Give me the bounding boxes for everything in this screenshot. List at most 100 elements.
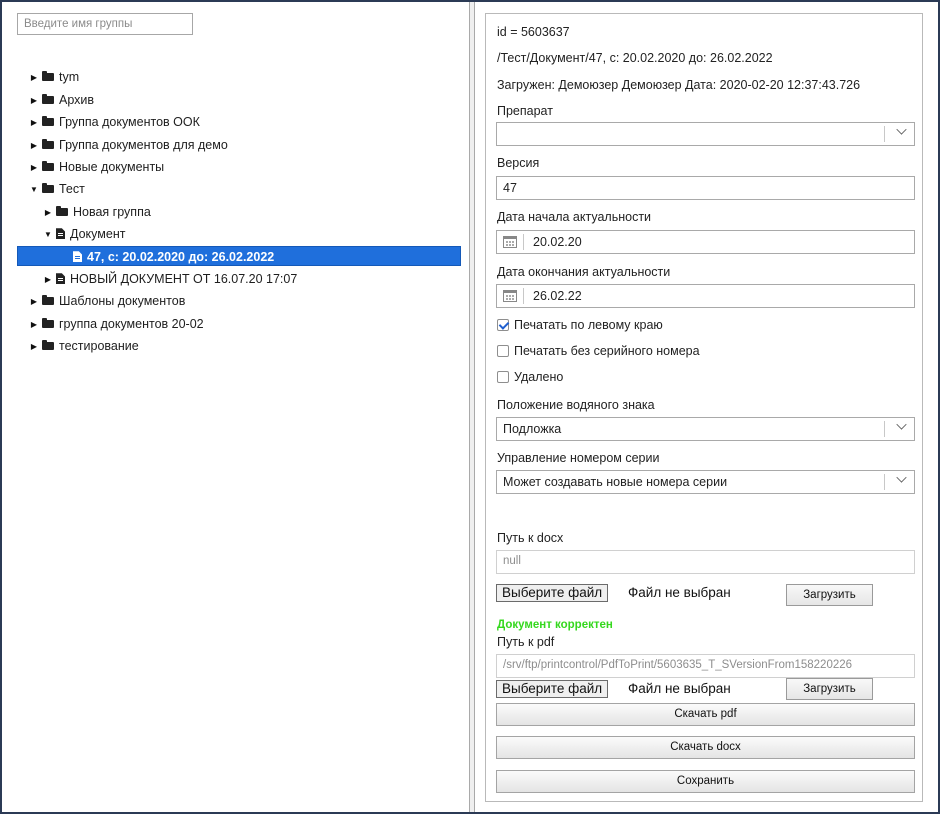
- tree-node-label: Новые документы: [59, 160, 165, 174]
- folder-icon: [42, 294, 54, 305]
- tree-node-label: Шаблоны документов: [59, 294, 186, 308]
- tree-node-new-documents[interactable]: ▶ Новые документы: [28, 157, 164, 177]
- caret-right-icon[interactable]: ▶: [28, 68, 40, 88]
- tree-node-testing[interactable]: ▶ тестирование: [28, 336, 139, 356]
- pdf-path-field: /srv/ftp/printcontrol/PdfToPrint/5603635…: [496, 654, 915, 678]
- tree-node-new-group[interactable]: ▶ Новая группа: [42, 202, 151, 222]
- tree-node-label: группа документов 20-02: [59, 317, 204, 331]
- docx-choose-file-button[interactable]: Выберите файл: [496, 584, 609, 602]
- checkbox-label: Печатать без серийного номера: [514, 344, 700, 358]
- end-date-label: Дата окончания актуальности: [497, 265, 671, 279]
- version-value: 47: [503, 181, 517, 195]
- tree-node-document[interactable]: ▼ Документ: [42, 224, 125, 244]
- document-icon: [56, 273, 65, 285]
- tree-node-templates[interactable]: ▶ Шаблоны документов: [28, 291, 185, 311]
- pdf-choose-file-button[interactable]: Выберите файл: [496, 680, 609, 698]
- chevron-down-icon[interactable]: [896, 472, 907, 483]
- version-input[interactable]: 47: [496, 176, 915, 200]
- chevron-down-icon[interactable]: [896, 124, 907, 135]
- pdf-file-status: Файл не выбран: [628, 681, 731, 696]
- tree-node-test[interactable]: ▼ Тест: [28, 179, 85, 199]
- print-no-serial-checkbox[interactable]: Печатать без серийного номера: [497, 343, 700, 359]
- tree-node-group-20-02[interactable]: ▶ группа документов 20-02: [28, 314, 204, 334]
- document-details-panel: id = 5603637 /Тест/Документ/47, с: 20.02…: [485, 13, 923, 802]
- calendar-icon[interactable]: [503, 290, 517, 302]
- version-label: Версия: [497, 156, 540, 170]
- pdf-path-value: /srv/ftp/printcontrol/PdfToPrint/5603635…: [503, 659, 853, 671]
- checkbox-icon[interactable]: [497, 344, 509, 357]
- caret-right-icon[interactable]: ▶: [42, 270, 54, 290]
- tree-node-label: Архив: [59, 93, 95, 107]
- tree-node-label: tym: [59, 70, 80, 84]
- caret-right-icon[interactable]: ▶: [42, 203, 54, 223]
- end-date-value: 26.02.22: [533, 289, 582, 303]
- folder-icon: [42, 317, 54, 328]
- docx-upload-button[interactable]: Загрузить: [786, 584, 873, 606]
- folder-icon: [42, 93, 54, 104]
- caret-right-icon[interactable]: ▶: [28, 91, 40, 111]
- watermark-select[interactable]: Подложка: [496, 417, 915, 441]
- document-icon: [56, 228, 65, 240]
- folder-icon: [42, 160, 54, 171]
- app-window: ▶ tym ▶ Архив ▶ Группа документов ООК ▶ Груп…: [0, 0, 940, 814]
- folder-icon: [42, 115, 54, 126]
- caret-right-icon[interactable]: ▶: [28, 337, 40, 357]
- calendar-icon[interactable]: [503, 236, 517, 248]
- document-id: id = 5603637: [497, 25, 570, 39]
- folder-icon: [42, 70, 54, 81]
- download-pdf-button[interactable]: Скачать pdf: [496, 703, 915, 726]
- start-date-input[interactable]: 20.02.20: [496, 230, 915, 254]
- date-divider: [523, 288, 524, 304]
- select-divider: [884, 474, 885, 490]
- save-button[interactable]: Сохранить: [496, 770, 915, 793]
- deleted-checkbox[interactable]: Удалено: [497, 369, 563, 385]
- checkbox-label: Удалено: [514, 370, 564, 384]
- checkbox-checked-icon[interactable]: [497, 318, 509, 331]
- tree-node-label: Документ: [70, 227, 126, 241]
- preparat-select[interactable]: [496, 122, 915, 146]
- tree-node-label: НОВЫЙ ДОКУМЕНТ ОТ 16.07.20 17:07: [70, 272, 298, 286]
- caret-right-icon[interactable]: ▶: [28, 292, 40, 312]
- docx-path-label: Путь к docx: [497, 531, 564, 545]
- document-icon: [73, 251, 82, 263]
- tree-node-version-47[interactable]: 47, с: 20.02.2020 до: 26.02.2022: [17, 246, 461, 266]
- chevron-down-icon[interactable]: [896, 419, 907, 430]
- tree-node-group-ook[interactable]: ▶ Группа документов ООК: [28, 112, 200, 132]
- end-date-input[interactable]: 26.02.22: [496, 284, 915, 308]
- group-tree-pane: ▶ tym ▶ Архив ▶ Группа документов ООК ▶ Груп…: [2, 2, 468, 812]
- tree-node-label: Новая группа: [73, 205, 151, 219]
- document-path: /Тест/Документ/47, с: 20.02.2020 до: 26.…: [497, 51, 773, 65]
- tree-node-tym[interactable]: ▶ tym: [28, 67, 79, 87]
- tree-node-group-demo[interactable]: ▶ Группа документов для демо: [28, 135, 228, 155]
- document-valid-status: Документ корректен: [497, 619, 613, 631]
- tree-node-label: тестирование: [59, 339, 139, 353]
- tree-node-label: 47, с: 20.02.2020 до: 26.02.2022: [87, 250, 275, 264]
- folder-icon: [56, 205, 68, 216]
- caret-down-icon[interactable]: ▼: [28, 180, 40, 200]
- preparat-label: Препарат: [497, 104, 553, 118]
- pane-splitter[interactable]: [469, 2, 475, 812]
- folder-icon: [42, 339, 54, 350]
- tree-node-label: Группа документов ООК: [59, 115, 200, 129]
- caret-right-icon[interactable]: ▶: [28, 136, 40, 156]
- caret-right-icon[interactable]: ▶: [28, 113, 40, 133]
- group-search-input[interactable]: [17, 13, 193, 35]
- tree-node-new-document-160720[interactable]: ▶ НОВЫЙ ДОКУМЕНТ ОТ 16.07.20 17:07: [42, 269, 297, 289]
- checkbox-icon[interactable]: [497, 370, 509, 383]
- serial-control-select[interactable]: Может создавать новые номера серии: [496, 470, 915, 494]
- caret-right-icon[interactable]: ▶: [28, 158, 40, 178]
- caret-right-icon[interactable]: ▶: [28, 315, 40, 335]
- docx-path-value: null: [503, 555, 521, 567]
- tree-node-label: Тест: [59, 182, 85, 196]
- docx-file-status: Файл не выбран: [628, 585, 731, 600]
- docx-path-field: null: [496, 550, 915, 574]
- caret-down-icon[interactable]: ▼: [42, 225, 54, 245]
- start-date-value: 20.02.20: [533, 235, 582, 249]
- download-docx-button[interactable]: Скачать docx: [496, 736, 915, 759]
- document-loaded-info: Загружен: Демоюзер Демоюзер Дата: 2020-0…: [497, 78, 861, 92]
- watermark-label: Положение водяного знака: [497, 398, 655, 412]
- pdf-upload-button[interactable]: Загрузить: [786, 678, 873, 700]
- tree-node-archive[interactable]: ▶ Архив: [28, 90, 94, 110]
- select-divider: [884, 421, 885, 437]
- print-left-edge-checkbox[interactable]: Печатать по левому краю: [497, 317, 663, 333]
